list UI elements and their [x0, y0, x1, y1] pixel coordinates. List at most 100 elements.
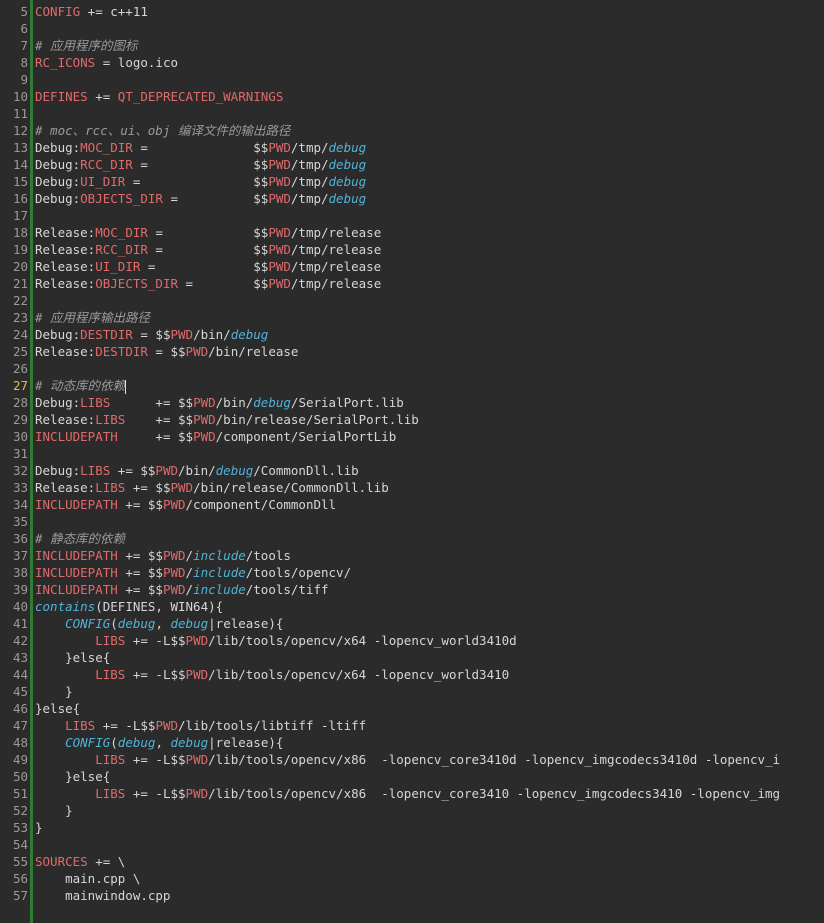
code-line[interactable]: 30 INCLUDEPATH += $$PWD/component/SerialP… [0, 428, 824, 445]
code-token: Debug: [35, 191, 81, 206]
code-line[interactable]: 56 main.cpp \ [0, 870, 824, 887]
code-line[interactable]: 22 [0, 292, 824, 309]
code-line[interactable]: 9 [0, 71, 824, 88]
code-line[interactable]: 6 [0, 20, 824, 37]
code-line[interactable]: 17 [0, 207, 824, 224]
code-token: LIBS [95, 480, 126, 495]
code-line[interactable]: 8 RC_ICONS = logo.ico [0, 54, 824, 71]
code-token: /tools [245, 548, 291, 563]
code-line[interactable]: 19 Release:RCC_DIR = $$PWD/tmp/release [0, 241, 824, 258]
code-token: UI_DIR [95, 259, 141, 274]
line-number: 11 [12, 106, 28, 121]
code-line[interactable]: 45 } [0, 683, 824, 700]
code-line[interactable]: 49 LIBS += -L$$PWD/lib/tools/opencv/x86 … [0, 751, 824, 768]
line-code: }else{ [35, 768, 110, 785]
code-line[interactable]: 38 INCLUDEPATH += $$PWD/include/tools/ope… [0, 564, 824, 581]
line-number: 12 [12, 123, 28, 138]
line-code: Debug:RCC_DIR = $$PWD/tmp/debug [35, 156, 366, 173]
code-line[interactable]: 26 [0, 360, 824, 377]
code-token: Release: [35, 412, 96, 427]
code-line[interactable]: 46}else{ [0, 700, 824, 717]
line-number: 30 [12, 429, 28, 444]
code-token: main.cpp \ [35, 871, 141, 886]
code-token: UI_DIR [80, 174, 126, 189]
code-token: += -L$$ [125, 786, 186, 801]
code-line[interactable]: 16 Debug:OBJECTS_DIR = $$PWD/tmp/debug [0, 190, 824, 207]
code-token: Release: [35, 480, 96, 495]
code-line[interactable]: 10 DEFINES += QT_DEPRECATED_WARNINGS [0, 88, 824, 105]
code-token: /component/SerialPortLib [215, 429, 397, 444]
code-token: PWD [268, 259, 291, 274]
code-line[interactable]: 37 INCLUDEPATH += $$PWD/include/tools [0, 547, 824, 564]
code-line[interactable]: 32 Debug:LIBS += $$PWD/bin/debug/CommonDl… [0, 462, 824, 479]
code-line[interactable]: 28 Debug:LIBS += $$PWD/bin/debug/SerialPo… [0, 394, 824, 411]
code-line[interactable]: 23 # 应用程序输出路径 [0, 309, 824, 326]
code-lines[interactable]: 5 CONFIG += c++11 6 7 # 应用程序的图标 8 RC_ICONS = l… [0, 3, 824, 904]
code-line[interactable]: 50 }else{ [0, 768, 824, 785]
code-token: PWD [193, 429, 216, 444]
code-token: DESTDIR [95, 344, 148, 359]
code-line[interactable]: 43 }else{ [0, 649, 824, 666]
code-line[interactable]: 5 CONFIG += c++11 [0, 3, 824, 20]
line-code: Debug:LIBS += $$PWD/bin/debug/SerialPort… [35, 394, 404, 411]
code-token: /lib/tools/opencv/x64 -lopencv_world3410 [208, 667, 510, 682]
code-token: /tools/tiff [245, 582, 329, 597]
code-token: }else{ [35, 701, 81, 716]
line-number: 5 [20, 4, 28, 19]
code-line[interactable]: 35 [0, 513, 824, 530]
line-code: } [35, 683, 73, 700]
code-line[interactable]: 27 # 动态库的依赖 [0, 377, 824, 394]
code-line[interactable]: 12 # moc、rcc、ui、obj 编译文件的输出路径 [0, 122, 824, 139]
line-code: RC_ICONS = logo.ico [35, 54, 178, 71]
code-token: |release){ [208, 735, 284, 750]
code-line[interactable]: 7 # 应用程序的图标 [0, 37, 824, 54]
code-line[interactable]: 39 INCLUDEPATH += $$PWD/include/tools/tif… [0, 581, 824, 598]
code-line[interactable]: 53} [0, 819, 824, 836]
line-code: # 应用程序输出路径 [35, 309, 150, 326]
code-token: |release){ [208, 616, 284, 631]
code-token: /lib/tools/opencv/x64 -lopencv_world3410… [208, 633, 517, 648]
code-token: /lib/tools/libtiff -ltiff [178, 718, 367, 733]
code-token: debug [117, 616, 156, 631]
code-token: contains [35, 599, 96, 614]
code-line[interactable]: 21 Release:OBJECTS_DIR = $$PWD/tmp/releas… [0, 275, 824, 292]
code-line[interactable]: 29 Release:LIBS += $$PWD/bin/release/Seri… [0, 411, 824, 428]
line-code: } [35, 819, 43, 836]
code-line[interactable]: 14 Debug:RCC_DIR = $$PWD/tmp/debug [0, 156, 824, 173]
code-token: RCC_DIR [80, 157, 133, 172]
line-number: 20 [12, 259, 28, 274]
line-code: }else{ [35, 700, 80, 717]
code-line[interactable]: 54 [0, 836, 824, 853]
code-line[interactable]: 44 LIBS += -L$$PWD/lib/tools/opencv/x64 … [0, 666, 824, 683]
code-token: Debug: [35, 395, 81, 410]
code-line[interactable]: 51 LIBS += -L$$PWD/lib/tools/opencv/x86 … [0, 785, 824, 802]
code-token: # moc、rcc、ui、obj 编译文件的输出路径 [35, 123, 291, 138]
code-line[interactable]: 55 SOURCES += \ [0, 853, 824, 870]
code-line[interactable]: 41 CONFIG(debug, debug|release){ [0, 615, 824, 632]
code-line[interactable]: 15 Debug:UI_DIR = $$PWD/tmp/debug [0, 173, 824, 190]
code-line[interactable]: 52 } [0, 802, 824, 819]
code-token: # 动态库的依赖 [35, 378, 126, 393]
code-line[interactable]: 47 LIBS += -L$$PWD/lib/tools/libtiff -lt… [0, 717, 824, 734]
code-token: LIBS [95, 412, 126, 427]
code-line[interactable]: 42 LIBS += -L$$PWD/lib/tools/opencv/x64 … [0, 632, 824, 649]
code-line[interactable]: 36 # 静态库的依赖 [0, 530, 824, 547]
code-line[interactable]: 24 Debug:DESTDIR = $$PWD/bin/debug [0, 326, 824, 343]
code-line[interactable]: 40 contains(DEFINES, WIN64){ [0, 598, 824, 615]
code-line[interactable]: 34 INCLUDEPATH += $$PWD/component/CommonD… [0, 496, 824, 513]
code-line[interactable]: 33 Release:LIBS += $$PWD/bin/release/Comm… [0, 479, 824, 496]
code-token: += $$ [125, 412, 194, 427]
code-token: DESTDIR [80, 327, 133, 342]
code-line[interactable]: 25 Release:DESTDIR = $$PWD/bin/release [0, 343, 824, 360]
code-line[interactable]: 13 Debug:MOC_DIR = $$PWD/tmp/debug [0, 139, 824, 156]
code-line[interactable]: 11 [0, 105, 824, 122]
code-line[interactable]: 31 [0, 445, 824, 462]
code-token: PWD [185, 344, 209, 359]
code-editor[interactable]: 5 CONFIG += c++11 6 7 # 应用程序的图标 8 RC_ICONS = l… [0, 0, 824, 923]
code-line[interactable]: 20 Release:UI_DIR = $$PWD/tmp/release [0, 258, 824, 275]
code-line[interactable]: 18 Release:MOC_DIR = $$PWD/tmp/release [0, 224, 824, 241]
code-line[interactable]: 48 CONFIG(debug, debug|release){ [0, 734, 824, 751]
code-line[interactable]: 57 mainwindow.cpp [0, 887, 824, 904]
code-token: /tmp/release [290, 242, 382, 257]
